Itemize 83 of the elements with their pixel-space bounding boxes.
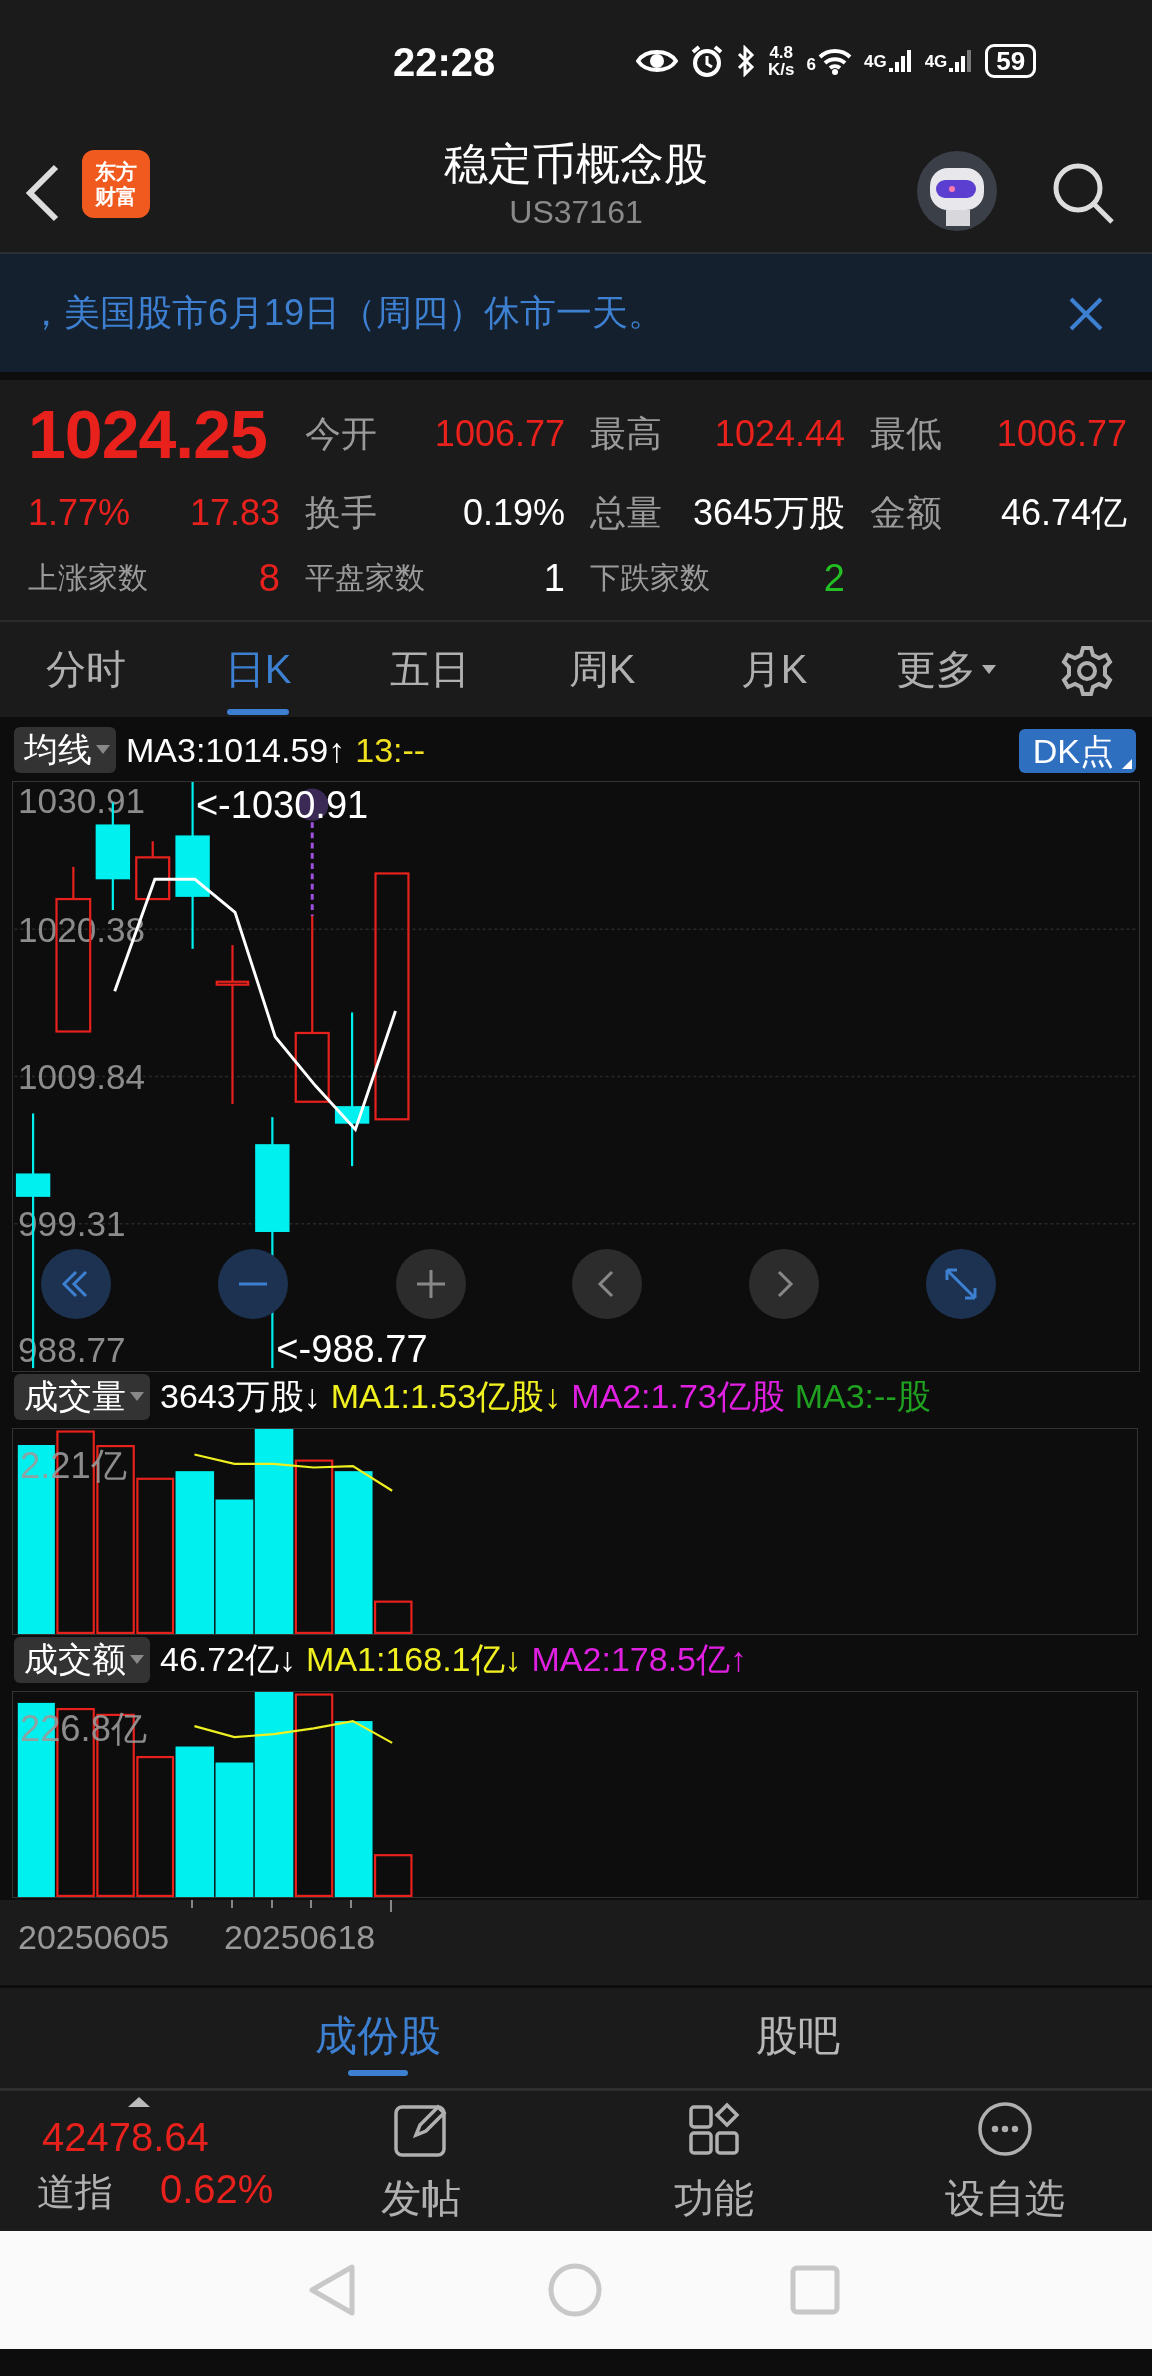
robot-avatar-icon[interactable] xyxy=(916,150,998,232)
eye-icon xyxy=(636,47,678,75)
signal-icon xyxy=(949,50,974,72)
toolbar-button[interactable]: 发帖 xyxy=(331,2099,511,2226)
index-change: 0.62% xyxy=(160,2167,274,2212)
indicator-dropdown[interactable]: 成交额 xyxy=(14,1637,150,1683)
index-value: 42478.64 xyxy=(42,2115,209,2160)
more-tab[interactable]: 更多 xyxy=(860,622,1032,717)
stat-value: 2 xyxy=(823,556,845,600)
caret-icon xyxy=(96,745,110,755)
period-tab[interactable]: 五日 xyxy=(344,622,516,717)
date-label: 20250605 xyxy=(18,1918,170,1957)
period-tab[interactable]: 日K xyxy=(172,622,344,717)
page-title: 稳定币概念股 xyxy=(444,138,708,190)
stat-value: 46.74亿 xyxy=(1000,490,1127,535)
network-speed: 4.8 xyxy=(769,44,794,61)
indicator-readout: MA2:178.5亿↑ xyxy=(531,1639,747,1680)
change-amount: 17.83 xyxy=(189,492,280,534)
corner-triangle-icon xyxy=(1122,759,1132,769)
indicator-readout: 3643万股↓ xyxy=(160,1376,321,1417)
dk-button[interactable]: DK点 xyxy=(1018,729,1136,773)
caret-icon xyxy=(130,1392,144,1402)
stat-label: 下跌家数 xyxy=(590,559,710,596)
stat-label: 换手 xyxy=(305,490,377,535)
speed-unit: K/s xyxy=(768,61,795,78)
low-marker: <-988.77 xyxy=(276,1328,428,1371)
date-label: 20250618 xyxy=(224,1918,376,1957)
content-tab[interactable]: 股吧 xyxy=(720,1996,875,2076)
settings-icon[interactable] xyxy=(1060,644,1114,698)
index-price: 1024.25 xyxy=(28,395,268,474)
indicator-dropdown[interactable]: 成交量 xyxy=(14,1374,150,1420)
close-icon[interactable] xyxy=(1068,296,1104,332)
indicator-readout: 13:-- xyxy=(355,730,426,770)
bluetooth-icon xyxy=(736,45,756,77)
clock-time: 22:28 xyxy=(393,40,496,85)
alarm-icon xyxy=(690,44,724,78)
toolbar-button[interactable]: 功能 xyxy=(624,2099,804,2226)
stat-value: 3645万股 xyxy=(692,490,845,535)
stat-label: 最高 xyxy=(590,411,662,456)
zoom-out-icon xyxy=(238,1282,268,1286)
stat-label: 金额 xyxy=(870,490,942,535)
stat-label: 平盘家数 xyxy=(305,559,425,596)
wifi-icon xyxy=(817,47,852,75)
candle xyxy=(135,841,171,901)
notice-text: ，美国股市6月19日（周四）休市一天。 xyxy=(28,290,665,335)
stat-label: 最低 xyxy=(870,411,942,456)
indicator-readout: 46.72亿↓ xyxy=(160,1639,297,1680)
stat-value: 1006.77 xyxy=(434,413,565,455)
wifi-label: 6 xyxy=(806,55,816,75)
stat-value: 1006.77 xyxy=(996,413,1127,455)
indicator-readout: MA3:--股 xyxy=(794,1376,931,1417)
caret-icon xyxy=(982,664,996,675)
stat-label: 总量 xyxy=(590,490,662,535)
sector-code: US37161 xyxy=(509,193,643,232)
stat-label: 上涨家数 xyxy=(28,559,148,596)
index-name: 道指 xyxy=(37,2170,113,2215)
network-type: 4G xyxy=(924,52,948,72)
stat-value: 1024.44 xyxy=(714,413,845,455)
stat-value: 8 xyxy=(258,556,280,600)
expand-caret-icon[interactable] xyxy=(128,2097,150,2107)
indicator-readout: MA3:1014.59↑ xyxy=(126,730,346,770)
indicator-dropdown[interactable]: 均线 xyxy=(14,727,116,773)
indicator-readout: MA1:1.53亿股↓ xyxy=(330,1376,562,1417)
axis-label: 1009.84 xyxy=(18,1057,145,1096)
toolbar-button[interactable]: 设自选 xyxy=(915,2099,1095,2226)
signal-icon xyxy=(888,50,913,72)
change-percent: 1.77% xyxy=(28,492,131,534)
period-tab[interactable]: 分时 xyxy=(0,622,172,717)
app-logo: 东方 财富 xyxy=(82,150,150,218)
stat-value: 1 xyxy=(543,556,565,600)
period-tab[interactable]: 月K xyxy=(688,622,860,717)
stat-value: 0.19% xyxy=(462,492,565,534)
axis-label: 1030.91 xyxy=(18,781,145,820)
indicator-readout: MA2:1.73亿股 xyxy=(571,1376,785,1417)
network-type: 4G xyxy=(863,52,887,72)
stat-label: 今开 xyxy=(305,411,377,456)
battery-level: 59 xyxy=(985,44,1037,78)
period-tab[interactable]: 周K xyxy=(516,622,688,717)
indicator-readout: MA1:168.1亿↓ xyxy=(306,1639,522,1680)
more-icon xyxy=(976,2099,1034,2159)
content-tab[interactable]: 成份股 xyxy=(300,1996,455,2076)
caret-icon xyxy=(130,1655,144,1665)
high-marker: <-1030.91 xyxy=(195,783,369,826)
